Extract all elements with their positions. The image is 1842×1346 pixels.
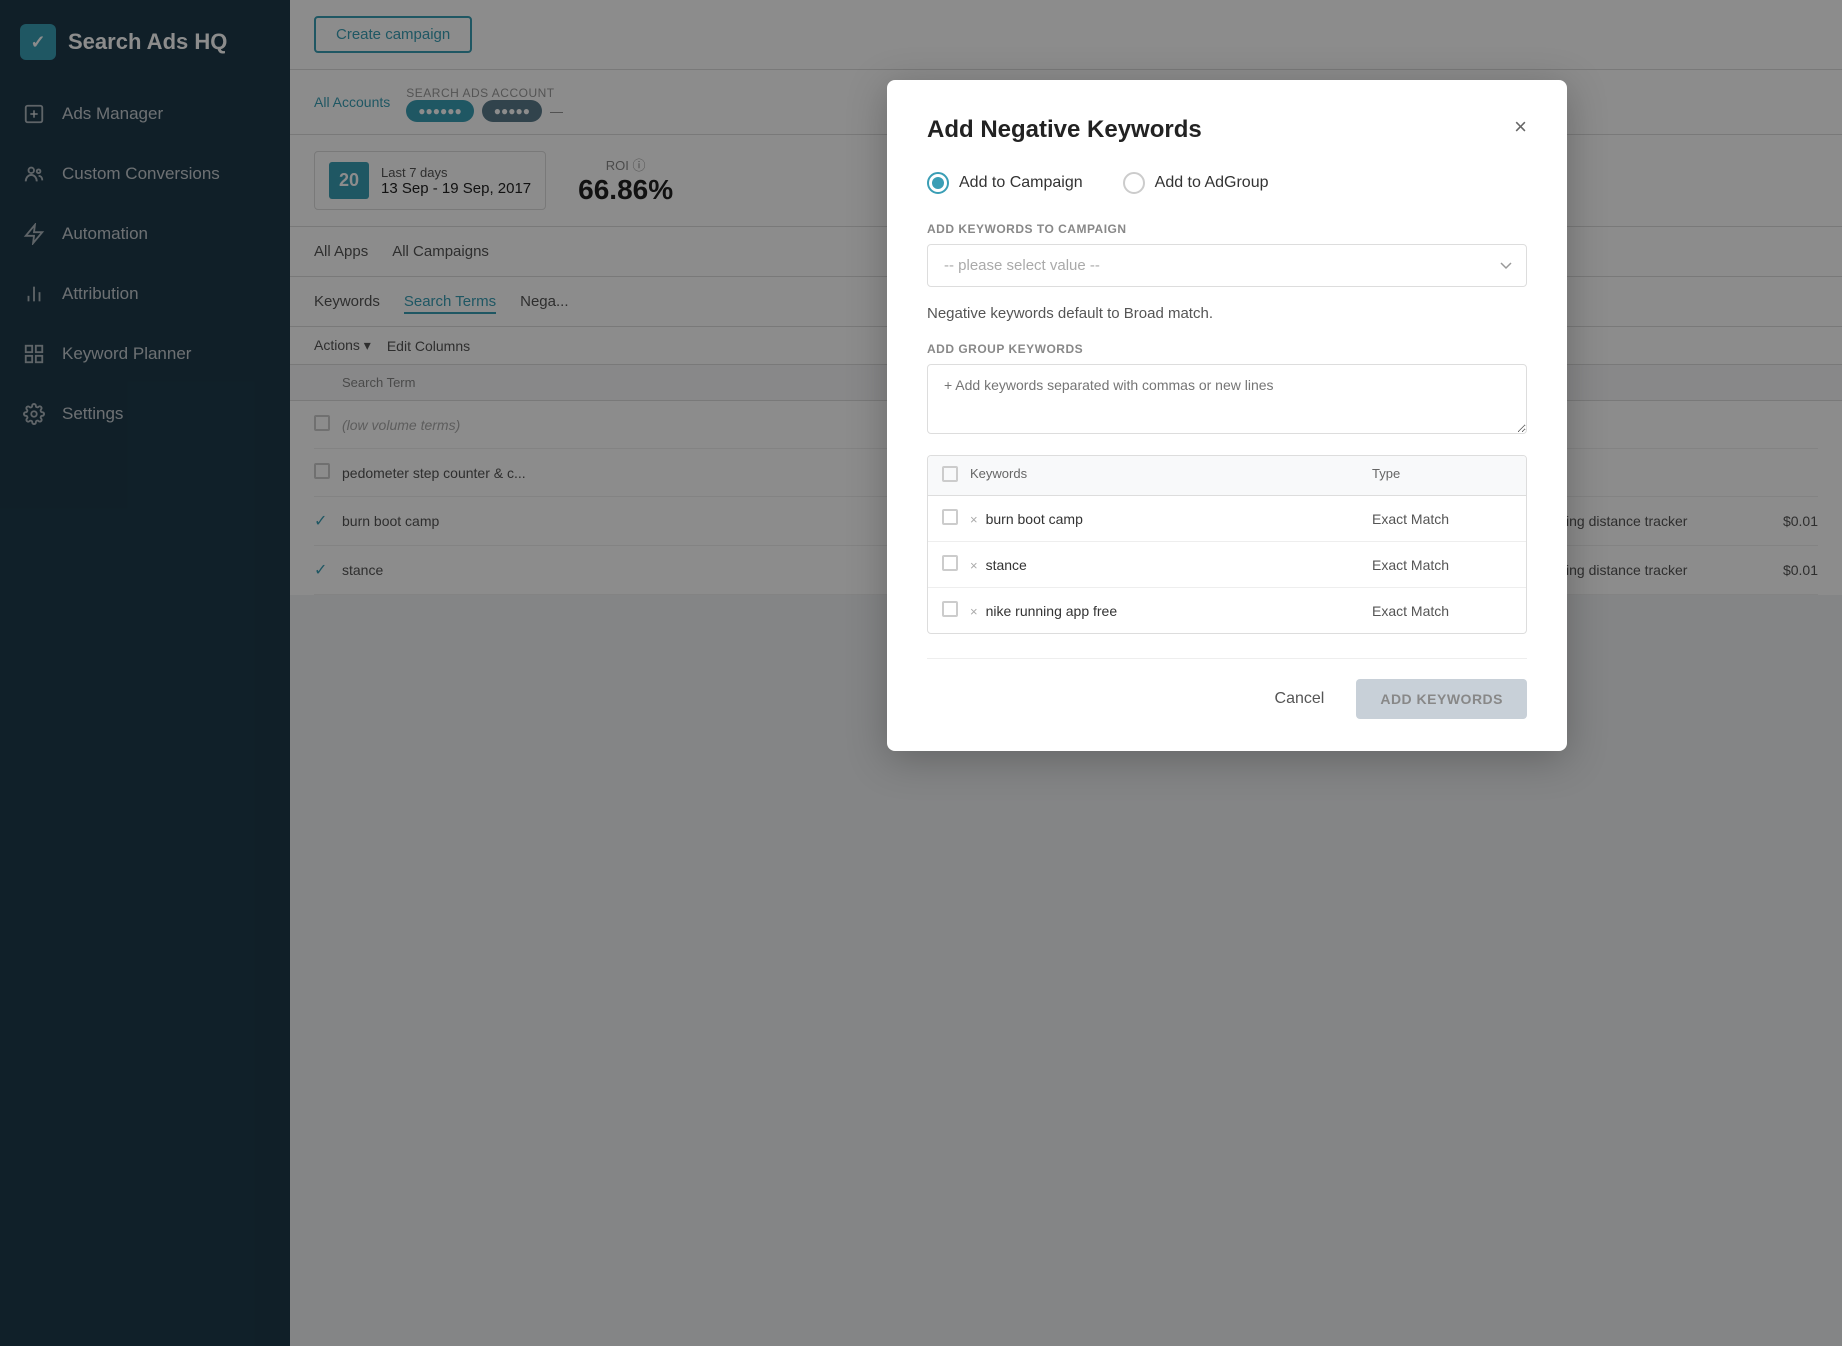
modal-close-button[interactable]: × (1514, 116, 1527, 138)
keywords-table-header: Keywords Type (928, 456, 1526, 496)
radio-adgroup-circle (1123, 172, 1145, 194)
add-keywords-button[interactable]: ADD KEYWORDS (1356, 679, 1527, 719)
radio-campaign-inner (932, 177, 944, 189)
kw-col-type: Type (1372, 466, 1512, 485)
radio-campaign-option[interactable]: Add to Campaign (927, 172, 1083, 194)
add-negative-keywords-modal: Add Negative Keywords × Add to Campaign … (887, 80, 1567, 751)
kw-name-2: ×nike running app free (970, 603, 1372, 619)
kw-remove-0[interactable]: × (970, 512, 978, 527)
kw-col-keywords: Keywords (970, 466, 1372, 485)
radio-adgroup-option[interactable]: Add to AdGroup (1123, 172, 1269, 194)
radio-campaign-label: Add to Campaign (959, 174, 1083, 192)
kw-checkbox-0[interactable] (942, 509, 958, 525)
keyword-row-0: ×burn boot camp Exact Match (928, 496, 1526, 542)
select-all-checkbox[interactable] (942, 466, 958, 482)
kw-name-0: ×burn boot camp (970, 511, 1372, 527)
keyword-row-1: ×stance Exact Match (928, 542, 1526, 588)
group-keywords-field-label: ADD GROUP KEYWORDS (927, 342, 1527, 356)
modal-footer: Cancel ADD KEYWORDS (927, 658, 1527, 719)
cancel-button[interactable]: Cancel (1259, 682, 1341, 716)
kw-checkbox-1[interactable] (942, 555, 958, 571)
kw-name-1: ×stance (970, 557, 1372, 573)
keyword-row-2: ×nike running app free Exact Match (928, 588, 1526, 633)
kw-type-1: Exact Match (1372, 557, 1512, 573)
radio-campaign-circle (927, 172, 949, 194)
modal-header: Add Negative Keywords × (927, 116, 1527, 144)
keywords-table: Keywords Type ×burn boot camp Exact Matc… (927, 455, 1527, 634)
radio-adgroup-label: Add to AdGroup (1155, 174, 1269, 192)
kw-remove-1[interactable]: × (970, 558, 978, 573)
broad-match-info: Negative keywords default to Broad match… (927, 305, 1527, 322)
kw-remove-2[interactable]: × (970, 604, 978, 619)
modal-title: Add Negative Keywords (927, 116, 1202, 144)
keywords-textarea[interactable] (927, 364, 1527, 434)
radio-group-target: Add to Campaign Add to AdGroup (927, 172, 1527, 194)
kw-type-0: Exact Match (1372, 511, 1512, 527)
campaign-field-label: ADD KEYWORDS TO CAMPAIGN (927, 222, 1527, 236)
campaign-select[interactable]: -- please select value -- (927, 244, 1527, 287)
kw-checkbox-2[interactable] (942, 601, 958, 617)
kw-type-2: Exact Match (1372, 603, 1512, 619)
